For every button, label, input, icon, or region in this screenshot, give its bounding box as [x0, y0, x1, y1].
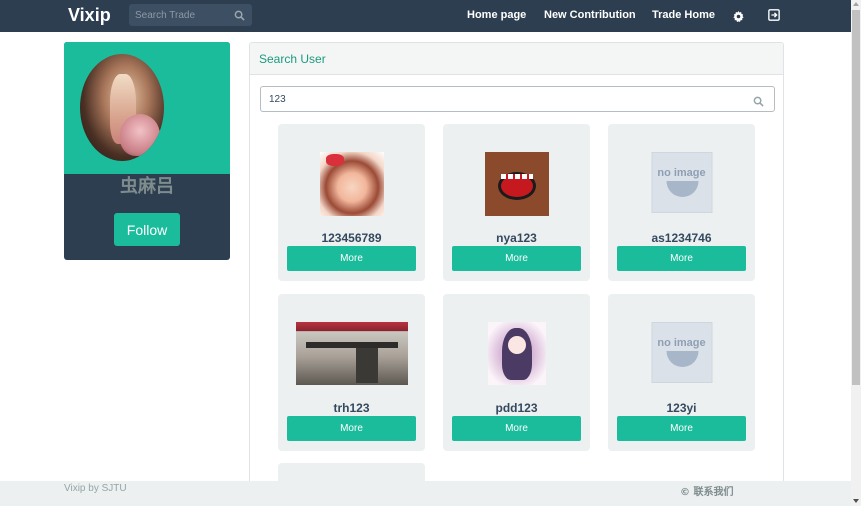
more-button[interactable]: More — [452, 246, 581, 271]
user-card-name: 123yi — [666, 401, 697, 415]
page-scrollbar[interactable] — [851, 0, 861, 506]
footer-credit: Vixip by SJTU — [64, 483, 127, 494]
no-image-placeholder: no image — [651, 322, 712, 383]
search-icon[interactable] — [753, 94, 764, 112]
scroll-thumb[interactable] — [852, 10, 860, 385]
no-image-placeholder: no image — [651, 152, 712, 213]
trade-search-input[interactable] — [135, 7, 231, 23]
user-avatar-image — [295, 322, 408, 385]
user-card-name: 123456789 — [321, 231, 382, 245]
panel-header: Search User — [250, 43, 783, 75]
profile-header — [64, 42, 230, 174]
user-avatar-image — [487, 322, 546, 385]
follow-button[interactable]: Follow — [114, 213, 180, 246]
scroll-up-arrow[interactable] — [853, 2, 859, 6]
no-image-text: no image — [657, 337, 706, 349]
search-icon[interactable] — [234, 8, 245, 26]
user-card: pdd123 More — [443, 294, 590, 451]
trade-search-box — [129, 4, 252, 26]
contact-us-link[interactable]: © 联系我们 — [680, 483, 733, 498]
profile-username: 虫麻吕 — [120, 176, 174, 197]
user-card: no image 123yi More — [608, 294, 755, 451]
user-card: 123456789 More — [278, 124, 425, 281]
footer: Vixip by SJTU © 联系我们 — [0, 481, 851, 506]
scroll-down-arrow[interactable] — [853, 499, 859, 503]
avatar — [80, 54, 164, 161]
panel-title: Search User — [259, 52, 326, 66]
more-button[interactable]: More — [287, 416, 416, 441]
more-button[interactable]: More — [452, 416, 581, 441]
user-avatar-image — [319, 152, 384, 216]
user-card-name: pdd123 — [495, 401, 538, 415]
user-card-name: as1234746 — [651, 231, 712, 245]
user-search-box — [260, 86, 775, 112]
user-card: nya123 More — [443, 124, 590, 281]
no-image-text: no image — [657, 167, 706, 179]
user-card: no image as1234746 More — [608, 124, 755, 281]
brand-logo[interactable]: Vixip — [68, 5, 111, 26]
nav-home-page[interactable]: Home page — [467, 9, 526, 21]
more-button[interactable]: More — [617, 416, 746, 441]
user-search-input[interactable] — [269, 92, 739, 106]
user-card-name: nya123 — [496, 231, 537, 245]
user-avatar-image — [484, 152, 549, 216]
nav-new-contribution[interactable]: New Contribution — [544, 9, 636, 21]
nav-trade-home[interactable]: Trade Home — [652, 9, 715, 21]
top-navbar: Vixip Home page New Contribution Trade H… — [0, 0, 851, 32]
logout-icon[interactable] — [768, 8, 780, 26]
user-card: trh123 More — [278, 294, 425, 451]
gear-icon[interactable] — [733, 9, 744, 27]
more-button[interactable]: More — [287, 246, 416, 271]
profile-card: 虫麻吕 Follow — [64, 42, 230, 260]
search-user-panel: Search User 123456789 More nya123 More n… — [249, 42, 784, 506]
more-button[interactable]: More — [617, 246, 746, 271]
user-card-name: trh123 — [333, 401, 370, 415]
